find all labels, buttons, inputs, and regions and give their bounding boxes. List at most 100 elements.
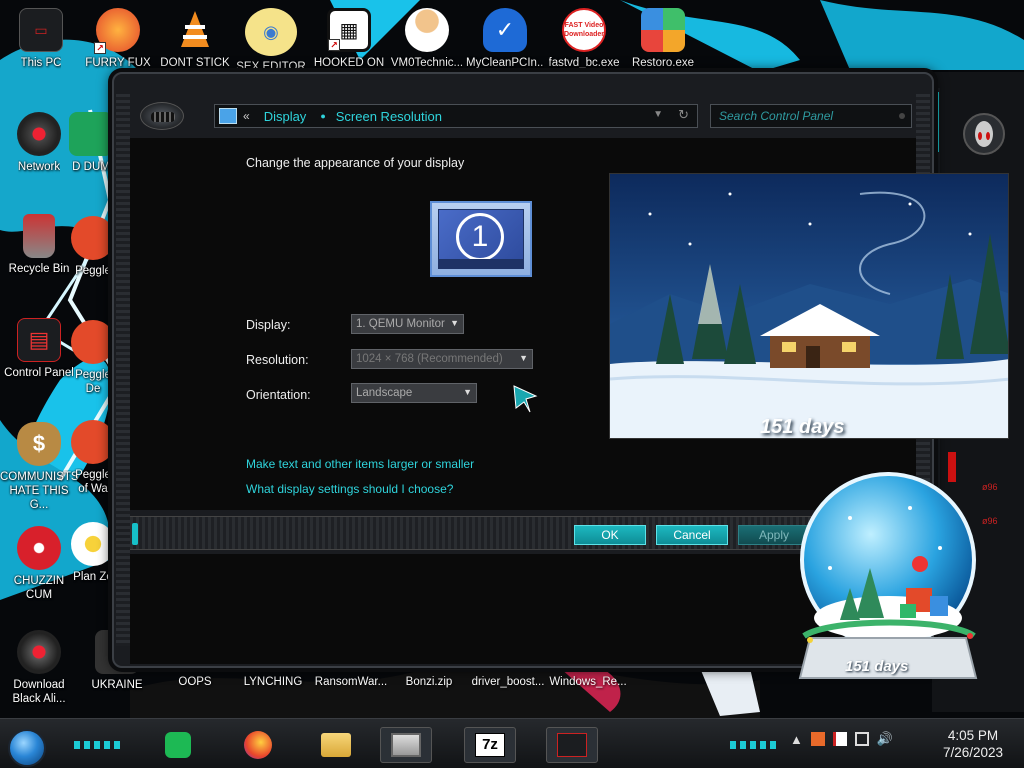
orientation-select[interactable]: Landscape ▼ xyxy=(351,383,477,403)
shield-check-icon: ✓ xyxy=(483,8,527,52)
peggle-icon xyxy=(71,320,115,364)
search-icon[interactable] xyxy=(899,113,905,119)
taskbar-firefox[interactable] xyxy=(232,727,284,763)
desktop-icon-label: Peggle xyxy=(75,265,111,277)
taskbar-display-settings[interactable] xyxy=(380,727,432,763)
desktop-icon-label: COMMUNISTS HATE THIS G... xyxy=(0,471,78,511)
restoro-icon xyxy=(641,8,685,52)
monitor-number: 1 xyxy=(456,213,504,261)
taskbar-file-explorer[interactable] xyxy=(310,727,362,763)
breadcrumb-back-chevron[interactable]: « xyxy=(243,109,250,123)
desktop-icon-label-ransomware[interactable]: RansomWar... xyxy=(312,676,390,688)
desktop-icon-control-panel[interactable]: ▤ Control Panel xyxy=(0,318,78,380)
spotify-icon xyxy=(165,732,191,758)
button-bar-handle xyxy=(132,523,138,545)
desktop-icon-label: CHUZZIN CUM xyxy=(13,575,65,601)
desktop-icon-mycleanpc[interactable]: ✓ MyCleanPCIn... xyxy=(466,8,544,70)
control-panel-icon: ▤ xyxy=(17,318,61,362)
peggle-icon xyxy=(71,216,115,260)
money-bag-icon: $ xyxy=(17,422,61,466)
desktop-icon-hooked-on[interactable]: ▦ ↗ HOOKED ON xyxy=(310,8,388,70)
resolution-select[interactable]: 1024 × 768 (Recommended) ▼ xyxy=(351,349,533,369)
desktop-icon-this-pc[interactable]: ▭ This PC xyxy=(2,8,80,70)
volume-icon[interactable]: 🔊 xyxy=(877,731,893,747)
network-tray-icon[interactable] xyxy=(854,732,869,746)
desktop-icon-label-bonzi[interactable]: Bonzi.zip xyxy=(390,676,468,688)
desktop-icon-label-lynching[interactable]: LYNCHING xyxy=(234,676,312,688)
chevron-down-icon: ▼ xyxy=(519,353,528,363)
app-tray-icon[interactable] xyxy=(810,732,825,746)
page-title: Change the appearance of your display xyxy=(246,156,465,170)
taskbar: 7z ▲ 🔊 4:05 PM 7/26/2023 xyxy=(0,718,1024,768)
snow-globe-gadget[interactable]: 151 days xyxy=(790,468,990,698)
window-frame-left xyxy=(116,94,130,646)
display-select[interactable]: 1. QEMU Monitor ▼ xyxy=(351,314,464,334)
desktop-icon-label: Plan Zo xyxy=(73,571,113,583)
countdown-slideshow-gadget[interactable]: 151 days xyxy=(609,173,1009,439)
desktop-icon-furry-fux[interactable]: ↗ FURRY FUX xyxy=(79,8,157,70)
address-dropdown-icon[interactable]: ▼ xyxy=(653,109,663,120)
desktop-icon-d-dum[interactable]: D DUM xyxy=(66,112,116,174)
desktop-icon-peggle-de[interactable]: Peggle De xyxy=(70,320,116,396)
taskbar-decoration xyxy=(74,741,120,749)
desktop-icon-download-black[interactable]: Download Black Ali... xyxy=(0,630,78,706)
desktop-icon-vm0technic[interactable]: VM0Technic... xyxy=(388,8,466,70)
desktop-icon-chuzzin-cum[interactable]: CHUZZIN CUM xyxy=(0,526,78,602)
monitor-preview[interactable]: 1 xyxy=(430,201,532,277)
desktop-icon-restoro[interactable]: Restoro.exe xyxy=(624,8,702,70)
desktop-icon-label-windows-re[interactable]: Windows_Re... xyxy=(546,676,630,688)
orientation-select-value: Landscape xyxy=(356,387,413,399)
chevron-up-icon[interactable]: ▲ xyxy=(790,732,803,747)
desktop-icon-label-oops[interactable]: OOPS xyxy=(156,676,234,688)
breadcrumb-screen-resolution[interactable]: Screen Resolution xyxy=(336,109,442,124)
address-bar[interactable]: « Display ● Screen Resolution ▼ ↻ xyxy=(214,104,698,128)
flag-icon[interactable] xyxy=(832,732,847,746)
desktop-icon-peggle[interactable]: Peggle xyxy=(70,216,116,278)
desktop-icon-label: Download Black Ali... xyxy=(12,679,66,705)
system-tray: ▲ 🔊 xyxy=(790,731,893,747)
globe-countdown-caption: 151 days xyxy=(845,658,909,675)
start-button[interactable] xyxy=(8,729,46,767)
taskbar-spotify[interactable] xyxy=(152,727,204,763)
desktop-icon-peggle-wa[interactable]: Peggle of Wa xyxy=(70,420,116,496)
countdown-caption: 151 days xyxy=(760,416,845,438)
firefox-icon: ↗ xyxy=(94,8,140,54)
desktop-icon-label: Recycle Bin xyxy=(8,263,70,275)
fast-video-badge-text: FAST Video Downloader xyxy=(563,22,605,38)
alien-emblem-icon xyxy=(140,102,184,130)
chuzzle-icon xyxy=(17,526,61,570)
breadcrumb-display[interactable]: Display xyxy=(264,109,307,124)
desktop-icon-fastvd[interactable]: FAST Video Downloader fastvd_bc.exe xyxy=(545,8,623,70)
text-size-link[interactable]: Make text and other items larger or smal… xyxy=(246,457,474,471)
display-select-value: 1. QEMU Monitor xyxy=(356,318,445,330)
desktop-icon-label: UKRAINE xyxy=(91,679,143,691)
breadcrumb-separator: ● xyxy=(320,111,326,121)
technician-icon xyxy=(405,8,449,52)
refresh-icon[interactable]: ↻ xyxy=(678,107,689,123)
alienware-app-icon xyxy=(557,733,587,757)
taskbar-7zip[interactable]: 7z xyxy=(464,727,516,763)
resolution-label: Resolution: xyxy=(246,353,309,367)
taskbar-alienware-app[interactable] xyxy=(546,727,598,763)
search-input[interactable]: Search Control Panel xyxy=(710,104,912,128)
desktop-icon-dont-stick[interactable]: DONT STICK xyxy=(156,8,234,70)
desktop-icon-label: Control Panel xyxy=(4,367,74,379)
cancel-button[interactable]: Cancel xyxy=(656,525,728,545)
this-pc-icon: ▭ xyxy=(19,8,63,52)
clock-time: 4:05 PM xyxy=(947,728,999,743)
display-help-link[interactable]: What display settings should I choose? xyxy=(246,482,453,496)
display-label: Display: xyxy=(246,318,291,332)
7zip-icon: 7z xyxy=(475,733,505,757)
desktop-icon-label-driver-boost[interactable]: driver_boost... xyxy=(466,676,550,688)
ok-button[interactable]: OK xyxy=(574,525,646,545)
display-settings-icon xyxy=(391,733,421,757)
desktop-icon-plants-zombies[interactable]: Plan Zo xyxy=(70,522,116,584)
flower-icon xyxy=(71,522,115,566)
taskbar-decoration xyxy=(730,741,776,749)
desktop-icon-communists[interactable]: $ COMMUNISTS HATE THIS G... xyxy=(0,422,78,512)
taskbar-clock[interactable]: 4:05 PM 7/26/2023 xyxy=(930,727,1016,761)
desktop-icon-label: Restoro.exe xyxy=(631,57,694,69)
desktop-icon-label: VM0Technic... xyxy=(390,57,464,69)
desktop-icon-recycle-bin[interactable]: Recycle Bin xyxy=(0,214,78,276)
desktop-icon-sex-editor[interactable]: ◉ SEX EDITOR xyxy=(232,8,310,74)
